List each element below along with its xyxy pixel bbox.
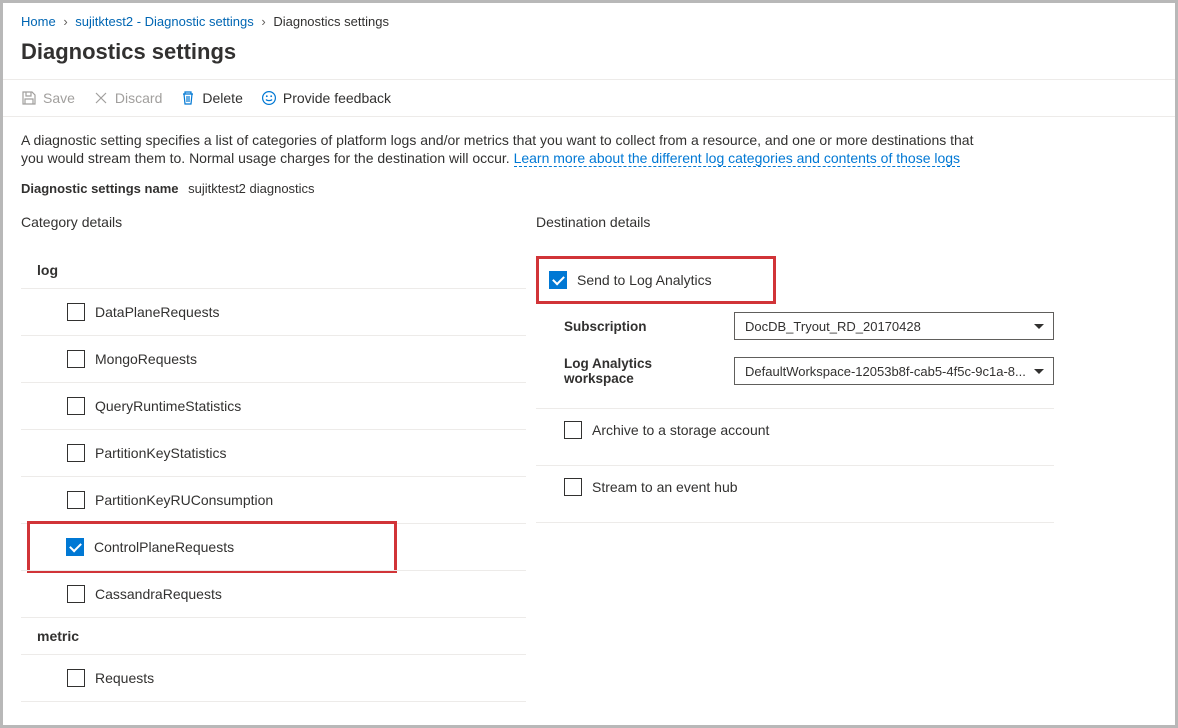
checkbox[interactable] — [67, 303, 85, 321]
checkbox[interactable] — [67, 444, 85, 462]
checkbox-label: Stream to an event hub — [592, 479, 738, 495]
toolbar: Save Discard Delete Provide feedback — [3, 80, 1175, 116]
delete-label: Delete — [202, 90, 242, 106]
subscription-field-row: Subscription DocDB_Tryout_RD_20170428 — [536, 304, 1054, 348]
setting-name-row: Diagnostic settings name sujitktest2 dia… — [3, 175, 1175, 214]
save-label: Save — [43, 90, 75, 106]
checkbox-row-requests[interactable]: Requests — [21, 655, 526, 702]
highlight-send-log-analytics: Send to Log Analytics — [536, 256, 776, 304]
checkbox[interactable] — [564, 421, 582, 439]
checkbox-label: Requests — [95, 670, 154, 686]
checkbox[interactable] — [67, 585, 85, 603]
checkbox-row-partitionkeyru[interactable]: PartitionKeyRUConsumption — [21, 477, 526, 524]
highlight-controlplane: ControlPlaneRequests — [27, 521, 397, 573]
checkbox-label: ControlPlaneRequests — [94, 539, 234, 555]
workspace-select[interactable]: DefaultWorkspace-12053b8f-cab5-4f5c-9c1a… — [734, 357, 1054, 385]
description-text: A diagnostic setting specifies a list of… — [3, 117, 1003, 175]
subscription-label: Subscription — [564, 319, 724, 334]
checkbox-label: PartitionKeyStatistics — [95, 445, 227, 461]
checkbox[interactable] — [564, 478, 582, 496]
smiley-icon — [261, 90, 277, 106]
checkbox-label: PartitionKeyRUConsumption — [95, 492, 273, 508]
checkbox-row-queryruntime[interactable]: QueryRuntimeStatistics — [21, 383, 526, 430]
close-icon — [93, 90, 109, 106]
subscription-value: DocDB_Tryout_RD_20170428 — [745, 319, 921, 334]
checkbox-row-archive-storage[interactable]: Archive to a storage account — [536, 409, 1054, 451]
checkbox-row-dataplane[interactable]: DataPlaneRequests — [21, 289, 526, 336]
learn-more-link[interactable]: Learn more about the different log categ… — [514, 150, 960, 167]
setting-name-label: Diagnostic settings name — [21, 181, 178, 196]
page-title: Diagnostics settings — [3, 33, 1175, 79]
checkbox-label: Send to Log Analytics — [577, 272, 712, 288]
category-details-title: Category details — [21, 214, 526, 230]
checkbox[interactable] — [67, 491, 85, 509]
discard-label: Discard — [115, 90, 162, 106]
setting-name-value: sujitktest2 diagnostics — [188, 181, 314, 196]
discard-button[interactable]: Discard — [93, 90, 162, 106]
breadcrumb-resource-link[interactable]: sujitktest2 - Diagnostic settings — [75, 14, 253, 29]
delete-button[interactable]: Delete — [180, 90, 242, 106]
checkbox-label: MongoRequests — [95, 351, 197, 367]
chevron-right-icon: › — [63, 14, 67, 29]
checkbox-label: DataPlaneRequests — [95, 304, 220, 320]
checkbox-label: CassandraRequests — [95, 586, 222, 602]
breadcrumb-current: Diagnostics settings — [273, 14, 389, 29]
log-group-header: log — [21, 252, 526, 289]
checkbox-label: QueryRuntimeStatistics — [95, 398, 241, 414]
workspace-value: DefaultWorkspace-12053b8f-cab5-4f5c-9c1a… — [745, 364, 1026, 379]
checkbox[interactable] — [66, 538, 84, 556]
workspace-field-row: Log Analytics workspace DefaultWorkspace… — [536, 348, 1054, 394]
breadcrumb: Home › sujitktest2 - Diagnostic settings… — [3, 3, 1175, 33]
destination-details-title: Destination details — [536, 214, 1054, 230]
checkbox[interactable] — [67, 669, 85, 687]
divider — [536, 522, 1054, 523]
feedback-label: Provide feedback — [283, 90, 391, 106]
checkbox-row-send-log-analytics[interactable]: Send to Log Analytics — [539, 259, 773, 301]
checkbox-label: Archive to a storage account — [592, 422, 769, 438]
checkbox[interactable] — [549, 271, 567, 289]
checkbox-row-stream-eventhub[interactable]: Stream to an event hub — [536, 466, 1054, 508]
checkbox[interactable] — [67, 350, 85, 368]
breadcrumb-home-link[interactable]: Home — [21, 14, 56, 29]
category-details-column: Category details log DataPlaneRequests M… — [21, 214, 526, 702]
checkbox-row-partitionkey[interactable]: PartitionKeyStatistics — [21, 430, 526, 477]
checkbox-row-controlplane[interactable]: ControlPlaneRequests — [30, 524, 384, 570]
chevron-right-icon: › — [261, 14, 265, 29]
save-icon — [21, 90, 37, 106]
checkbox-row-cassandra[interactable]: CassandraRequests — [21, 571, 526, 618]
destination-details-column: Destination details Send to Log Analytic… — [536, 214, 1054, 702]
metric-group-header: metric — [21, 618, 526, 655]
checkbox[interactable] — [67, 397, 85, 415]
checkbox-row-mongo[interactable]: MongoRequests — [21, 336, 526, 383]
trash-icon — [180, 90, 196, 106]
workspace-label: Log Analytics workspace — [564, 356, 724, 386]
save-button[interactable]: Save — [21, 90, 75, 106]
feedback-button[interactable]: Provide feedback — [261, 90, 391, 106]
subscription-select[interactable]: DocDB_Tryout_RD_20170428 — [734, 312, 1054, 340]
